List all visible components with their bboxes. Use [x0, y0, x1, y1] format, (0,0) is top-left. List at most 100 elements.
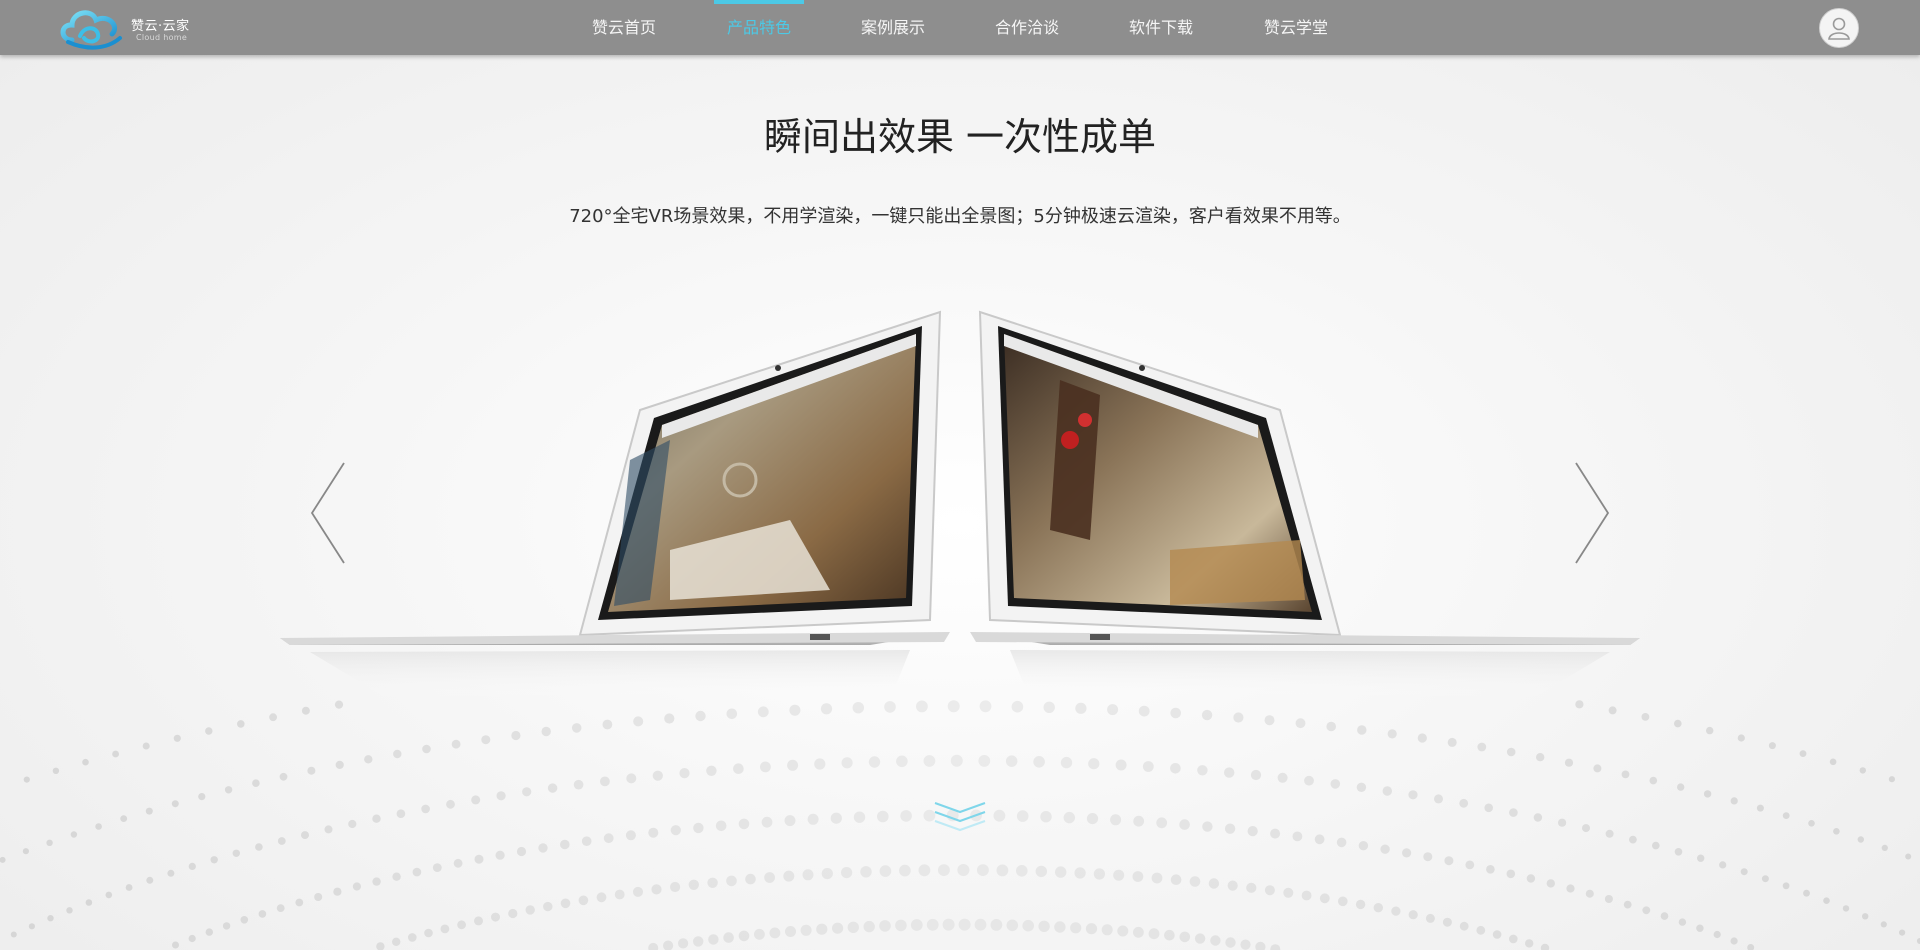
wave-dot — [651, 884, 662, 895]
wave-dot — [1509, 808, 1518, 817]
wave-dot — [1546, 879, 1556, 888]
wave-dot — [1696, 924, 1704, 932]
wave-dot — [1070, 922, 1082, 934]
wave-dot — [1761, 875, 1769, 883]
wave-dot — [1899, 929, 1906, 936]
nav-item-features[interactable]: 产品特色 — [714, 0, 804, 55]
wave-dot — [210, 856, 218, 864]
wave-dot — [1189, 876, 1201, 887]
wave-dot — [491, 912, 500, 922]
wave-dot — [1113, 869, 1125, 881]
wave-dot — [222, 922, 231, 930]
wave-dot — [105, 891, 113, 899]
nav-item-academy[interactable]: 赞云学堂 — [1251, 0, 1341, 55]
wave-dot — [1486, 865, 1495, 874]
wave-dot — [205, 928, 213, 936]
wave-dot — [726, 875, 737, 887]
double-chevron-down-icon[interactable] — [930, 798, 990, 838]
wave-dot — [146, 876, 154, 884]
nav-item-cases[interactable]: 案例展示 — [848, 0, 938, 55]
wave-dot — [1408, 790, 1418, 800]
wave-dot — [996, 864, 1009, 877]
wave-dot — [626, 773, 637, 784]
wave-dot — [1540, 943, 1550, 950]
wave-dot — [1703, 790, 1712, 798]
wave-dot — [307, 766, 316, 775]
wave-dot — [1604, 895, 1613, 903]
wave-dot — [10, 931, 17, 938]
wave-dot — [145, 807, 153, 815]
wave-dot — [670, 881, 681, 893]
wave-dot — [1142, 761, 1154, 772]
wave-dot — [800, 924, 812, 936]
wave-dot — [408, 933, 417, 942]
wave-dot — [1292, 831, 1303, 842]
wave-dot — [738, 930, 750, 942]
chevron-right-icon[interactable] — [1572, 460, 1612, 566]
wave-dot — [198, 793, 206, 801]
wave-dot — [422, 744, 431, 754]
wave-dot — [1075, 702, 1087, 714]
wave-dot — [1224, 767, 1235, 778]
wave-dot — [0, 856, 6, 863]
wave-dot — [769, 927, 781, 939]
wave-dot — [172, 941, 179, 949]
wave-dot — [1629, 835, 1637, 844]
wave-dot — [352, 882, 361, 891]
wave-dot — [1677, 783, 1685, 791]
wave-dot — [783, 870, 795, 882]
wave-dot — [745, 873, 756, 885]
wave-dot — [295, 898, 304, 907]
wave-dot — [1246, 882, 1257, 893]
wave-dot — [1575, 700, 1584, 709]
wave-dot — [1492, 930, 1502, 939]
wave-dot — [1608, 706, 1617, 715]
wave-dot — [1148, 928, 1160, 940]
wave-dot — [1336, 837, 1347, 848]
wave-dot — [560, 898, 571, 909]
user-account-button[interactable] — [1819, 8, 1859, 48]
wave-dot — [947, 700, 960, 713]
nav-item-home[interactable]: 赞云首页 — [579, 0, 669, 55]
wave-dot — [1202, 821, 1213, 832]
wave-dot — [446, 799, 455, 809]
page-subheadline: 720°全宅VR场景效果，不用学渲染，一键只能出全景图；5分钟极速云渲染，客户看… — [569, 206, 1351, 227]
top-navbar: 赞云·云家 Cloud home 赞云首页 产品特色 案例展示 合作洽谈 软件下… — [0, 0, 1920, 55]
wave-dot — [1170, 763, 1181, 774]
wave-dot — [451, 739, 461, 749]
wave-dot — [1224, 823, 1236, 834]
wave-dot — [474, 916, 483, 926]
wave-dot — [1011, 700, 1024, 713]
wave-dot — [276, 904, 285, 912]
chevron-left-icon[interactable] — [308, 460, 348, 566]
wave-dot — [496, 791, 506, 801]
wave-dot — [1033, 756, 1045, 768]
wave-dot — [1225, 937, 1236, 948]
wave-dot — [1558, 818, 1567, 827]
wave-dot — [1093, 868, 1105, 880]
wave-dot — [508, 908, 518, 919]
wave-dot — [252, 779, 260, 787]
wave-dot — [1829, 758, 1837, 766]
wave-dot — [392, 872, 401, 881]
wave-dot — [1706, 726, 1714, 735]
wave-dot — [1132, 871, 1144, 882]
wave-dot — [974, 918, 987, 931]
wave-dot — [205, 727, 213, 735]
wave-dot — [761, 816, 773, 828]
wave-dot — [301, 706, 310, 715]
wave-dot — [1086, 813, 1099, 825]
wave-dot — [726, 708, 738, 720]
nav-item-cooperation[interactable]: 合作洽谈 — [982, 0, 1072, 55]
wave-dot — [863, 920, 875, 933]
wave-dot — [820, 703, 833, 715]
wave-dot — [708, 934, 719, 945]
wave-dot — [1304, 775, 1314, 786]
wave-dot — [1585, 889, 1594, 898]
wave-dot — [232, 849, 240, 857]
wave-dot — [1380, 844, 1390, 854]
wave-dot — [578, 895, 589, 906]
wave-dot — [785, 926, 796, 937]
wave-dot — [279, 772, 288, 781]
nav-item-download[interactable]: 软件下载 — [1116, 0, 1206, 55]
